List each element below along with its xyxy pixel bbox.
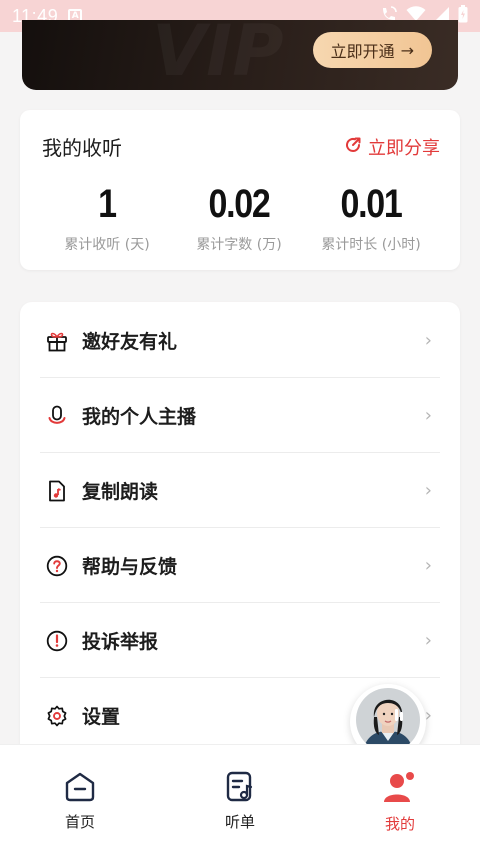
stat-words-label: 累计字数 (万) [196,237,282,253]
document-music-icon [44,478,70,504]
menu-item-label: 邀好友有礼 [82,331,178,353]
tab-home[interactable]: 首页 [30,771,130,832]
menu-item-invite[interactable]: 邀好友有礼 › [40,303,440,378]
arrow-right-icon: → [400,40,414,60]
listening-card: 我的收听 立即分享 1 累计收听 (天) 0.02 累计字数 (万) 0.01 … [20,110,460,270]
stat-days-label: 累计收听 (天) [64,237,150,253]
battery-icon [458,4,468,28]
menu-item-label: 我的个人主播 [82,406,197,428]
stat-duration: 0.01 累计时长 (小时) [298,182,444,254]
share-icon [344,136,362,159]
menu-item-personal-anchor[interactable]: 我的个人主播 › [40,378,440,453]
chevron-right-icon: › [424,405,432,426]
gear-icon [44,703,70,729]
gift-icon [44,328,70,354]
menu-item-label: 复制朗读 [82,481,159,503]
open-vip-button[interactable]: 立即开通 → [312,32,432,68]
bottom-tab-bar: 首页 听单 我的 [0,744,480,854]
stat-days: 1 累计收听 (天) [34,182,180,254]
tab-profile[interactable]: 我的 [350,771,450,834]
tab-home-label: 首页 [64,813,95,831]
stat-days-value: 1 [98,182,117,226]
share-button[interactable]: 立即分享 [344,134,440,160]
share-label: 立即分享 [368,138,440,159]
tab-playlist[interactable]: 听单 [190,771,290,832]
vip-watermark: VIP [152,20,284,90]
exclamation-icon [44,628,70,654]
open-vip-label: 立即开通 [330,42,395,61]
vip-banner: VIP 立即开通 → [22,20,458,90]
home-icon [63,772,97,807]
stat-words-value: 0.02 [208,182,270,226]
menu-item-copy-read[interactable]: 复制朗读 › [40,453,440,528]
stat-words: 0.02 累计字数 (万) [166,182,312,254]
menu-item-label: 设置 [82,706,121,728]
tab-profile-label: 我的 [384,815,415,833]
stat-duration-value: 0.01 [340,182,402,226]
chevron-right-icon: › [424,330,432,351]
tab-playlist-label: 听单 [224,813,255,831]
microphone-icon [44,403,70,429]
chevron-right-icon: › [424,480,432,501]
menu-item-label: 投诉举报 [82,631,159,653]
menu-item-help-feedback[interactable]: 帮助与反馈 › [40,528,440,603]
listening-title: 我的收听 [42,136,122,160]
playlist-icon [223,771,257,807]
menu-item-complaint[interactable]: 投诉举报 › [40,603,440,678]
stat-duration-label: 累计时长 (小时) [321,237,421,253]
menu-item-label: 帮助与反馈 [82,556,178,578]
question-icon [44,553,70,579]
profile-icon [381,772,419,809]
chevron-right-icon: › [424,555,432,576]
chevron-right-icon: › [424,630,432,651]
